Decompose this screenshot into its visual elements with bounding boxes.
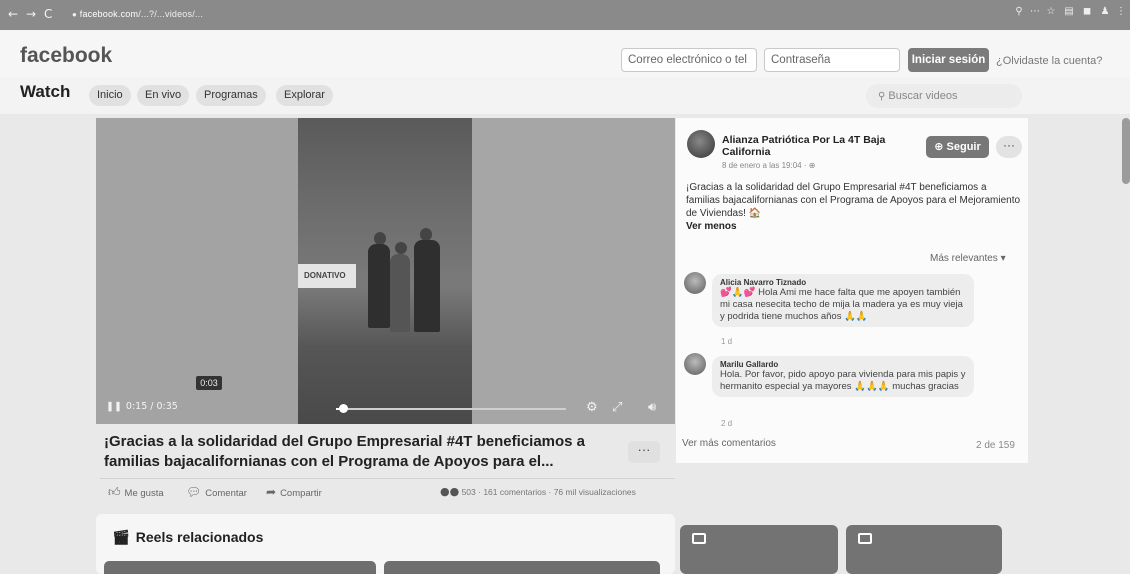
- tab-explorar[interactable]: Explorar: [276, 85, 333, 106]
- reels-icon: 🎬︎: [112, 530, 130, 546]
- forgot-account-link[interactable]: ¿Olvidaste la cuenta?: [996, 55, 1102, 67]
- comment-text: 💕🙏💕 Hola Ami me hace falta que me apoyen…: [720, 287, 963, 322]
- url-path: /...?/...videos/...: [138, 9, 204, 19]
- comment-age[interactable]: 2 d: [721, 419, 732, 428]
- search-input[interactable]: ⚲ Buscar videos: [866, 84, 1022, 108]
- comment-author[interactable]: Marilu Gallardo: [720, 360, 966, 369]
- follow-button[interactable]: ⊕ Seguir: [926, 136, 989, 158]
- reaction-icons: ●●: [440, 485, 460, 498]
- person-figure: [368, 244, 390, 328]
- comment-text: Hola. Por favor, pido apoyo para viviend…: [720, 369, 966, 392]
- facebook-logo[interactable]: facebook: [20, 44, 112, 68]
- follow-icon: ⊕: [934, 140, 944, 153]
- tab-programas[interactable]: Programas: [196, 85, 266, 106]
- hover-timestamp: 0:03: [196, 376, 222, 390]
- post-body-text: ¡Gracias a la solidaridad del Grupo Empr…: [686, 182, 1021, 219]
- reactions-summary[interactable]: ●● 503 · 161 comentarios · 76 mil visual…: [440, 485, 636, 498]
- settings-icon[interactable]: ⚙: [586, 400, 598, 415]
- video-blur-right: [472, 118, 675, 424]
- post-title: ¡Gracias a la solidaridad del Grupo Empr…: [104, 433, 586, 470]
- progress-handle[interactable]: [338, 404, 348, 413]
- profile-icon[interactable]: ♟: [1098, 6, 1112, 20]
- sidepanel-icon[interactable]: ◼: [1080, 6, 1094, 20]
- reading-list-icon[interactable]: ▤: [1062, 6, 1076, 20]
- play-icon: [692, 533, 706, 544]
- comment-count: 2 de 159: [976, 440, 1015, 451]
- like-icon: 👍︎: [108, 485, 121, 499]
- live-tile[interactable]: [846, 525, 1002, 574]
- time-readout: 0:15 / 0:35: [125, 401, 178, 412]
- post-timestamp[interactable]: 8 de enero a las 19:04 · ⊕: [722, 161, 815, 170]
- zoom-icon[interactable]: ⚲: [1012, 6, 1026, 20]
- browser-menu-icon[interactable]: ⋮: [1114, 6, 1128, 20]
- page-avatar[interactable]: [687, 130, 715, 158]
- volume-icon[interactable]: 🔊︎: [648, 400, 656, 415]
- search-placeholder: Buscar videos: [888, 90, 958, 102]
- video-tile[interactable]: [680, 525, 838, 574]
- donativo-banner: DONATIVO: [298, 264, 356, 288]
- email-field[interactable]: Correo electrónico o tel: [621, 48, 757, 72]
- person-figure: [414, 240, 440, 332]
- search-icon: ⚲: [878, 91, 886, 102]
- like-label: Me gusta: [124, 488, 164, 499]
- comment-author[interactable]: Alicia Navarro Tiznado: [720, 278, 966, 287]
- follow-label: Seguir: [946, 141, 981, 153]
- see-less-link[interactable]: Ver menos: [686, 221, 737, 232]
- like-button[interactable]: 👍︎ Me gusta: [108, 485, 164, 500]
- forward-icon[interactable]: →: [26, 7, 36, 21]
- bookmark-star-icon[interactable]: ☆: [1044, 6, 1058, 20]
- see-more-comments-link[interactable]: Ver más comentarios: [682, 438, 776, 449]
- url-host: facebook.com: [79, 9, 139, 19]
- video-player[interactable]: DONATIVO: [96, 118, 675, 424]
- password-field[interactable]: Contraseña: [764, 48, 900, 72]
- tab-en-vivo[interactable]: En vivo: [137, 85, 190, 106]
- person-head: [395, 242, 407, 254]
- camera-icon: [858, 533, 872, 544]
- person-figure: [390, 254, 410, 332]
- login-button[interactable]: Iniciar sesión: [908, 48, 989, 72]
- share-button[interactable]: ➦ Compartir: [266, 485, 322, 499]
- reel-thumbnail[interactable]: [384, 561, 660, 574]
- comment-age[interactable]: 1 d: [721, 337, 732, 346]
- share-icon[interactable]: ⋯: [1028, 6, 1042, 20]
- progress-track[interactable]: [336, 408, 566, 410]
- page-options-button[interactable]: ···: [996, 136, 1022, 158]
- comment-label: Comentar: [205, 488, 247, 499]
- address-bar[interactable]: ● facebook.com/...?/...videos/...: [72, 9, 203, 19]
- comment-icon: 💬︎: [186, 485, 202, 499]
- post-options-button[interactable]: ···: [628, 441, 660, 463]
- share-icon: ➦: [266, 485, 277, 499]
- reels-title: 🎬︎ Reels relacionados: [112, 529, 263, 546]
- avatar[interactable]: [684, 272, 706, 294]
- back-icon[interactable]: ←: [8, 7, 18, 21]
- avatar[interactable]: [684, 353, 706, 375]
- share-label: Compartir: [280, 488, 322, 499]
- comment-bubble: Alicia Navarro Tiznado 💕🙏💕 Hola Ami me h…: [712, 274, 974, 327]
- divider: [100, 478, 675, 479]
- page-scrollbar[interactable]: [1122, 118, 1130, 184]
- comment-bubble: Marilu Gallardo Hola. Por favor, pido ap…: [712, 356, 974, 397]
- comment-sort-dropdown[interactable]: Más relevantes ▾: [930, 253, 1006, 264]
- reels-title-text: Reels relacionados: [135, 529, 264, 545]
- fullscreen-icon[interactable]: ⤢: [612, 400, 622, 415]
- page-name[interactable]: Alianza Patriótica Por La 4T Baja Califo…: [722, 134, 902, 158]
- watch-title[interactable]: Watch: [20, 82, 70, 102]
- video-time: ❚❚ 0:15 / 0:35: [106, 401, 178, 412]
- browser-toolbar: ← → C ● facebook.com/...?/...videos/... …: [0, 0, 1130, 30]
- reactions-text: 503 · 161 comentarios · 76 mil visualiza…: [461, 487, 636, 497]
- tab-inicio[interactable]: Inicio: [89, 85, 131, 106]
- pause-icon[interactable]: ❚❚: [106, 401, 122, 412]
- reel-thumbnail[interactable]: [104, 561, 376, 574]
- reload-icon[interactable]: C: [44, 7, 52, 21]
- comment-button[interactable]: 💬︎ Comentar: [186, 485, 247, 499]
